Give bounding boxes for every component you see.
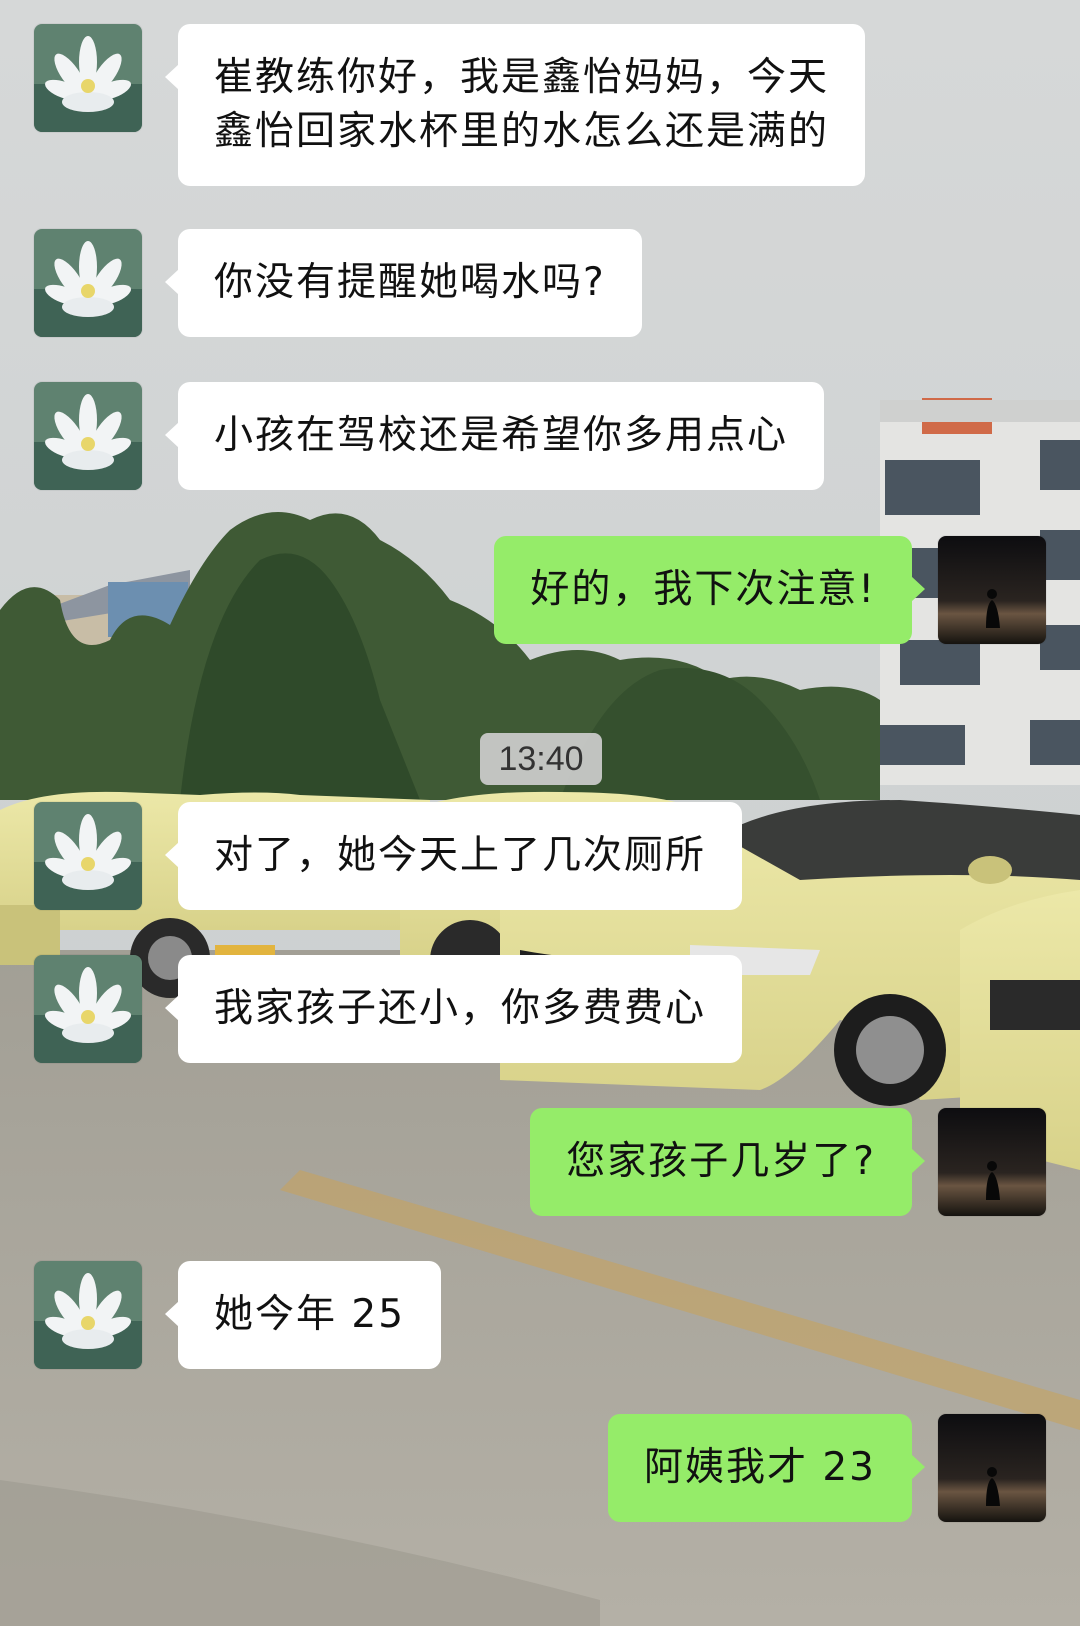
lotus-avatar-icon[interactable] (34, 1261, 142, 1369)
message-text-line: 您家孩子几岁了? (566, 1139, 876, 1184)
message-text-line: 对了，她今天上了几次厕所 (214, 833, 707, 878)
message-bubble-incoming[interactable]: 小孩在驾校还是希望你多用点心 (164, 382, 825, 490)
silhouette-avatar-icon[interactable] (938, 1414, 1046, 1522)
message-text-line: 好的，我下次注意! (530, 567, 876, 612)
lotus-avatar-icon[interactable] (34, 24, 142, 132)
lotus-avatar-icon[interactable] (34, 229, 142, 337)
silhouette-avatar-icon[interactable] (938, 1108, 1046, 1216)
message-text-line: 她今年 25 (214, 1292, 406, 1337)
message-timestamp: 13:40 (480, 733, 602, 785)
message-bubble-outgoing[interactable]: 好的，我下次注意! (494, 536, 925, 644)
message-text-line: 鑫怡回家水杯里的水怎么还是满的 (214, 109, 830, 154)
message-text-line: 我家孩子还小，你多费费心 (214, 986, 707, 1031)
message-bubble-outgoing[interactable]: 您家孩子几岁了? (530, 1108, 925, 1216)
silhouette-avatar-icon[interactable] (938, 536, 1046, 644)
lotus-avatar-icon[interactable] (34, 382, 142, 490)
message-text-line: 小孩在驾校还是希望你多用点心 (214, 413, 789, 458)
lotus-avatar-icon[interactable] (34, 955, 142, 1063)
message-bubble-incoming[interactable]: 你没有提醒她喝水吗? (165, 229, 642, 337)
message-bubble-incoming[interactable]: 我家孩子还小，你多费费心 (164, 955, 743, 1063)
message-text-line: 你没有提醒她喝水吗? (214, 260, 606, 305)
message-bubble-incoming[interactable]: 她今年 25 (164, 1261, 442, 1369)
message-bubble-outgoing[interactable]: 阿姨我才 23 (607, 1414, 926, 1522)
lotus-avatar-icon[interactable] (34, 802, 142, 910)
message-bubble-incoming[interactable]: 崔教练你好，我是鑫怡妈妈，今天 鑫怡回家水杯里的水怎么还是满的 (164, 24, 866, 186)
message-text-line: 崔教练你好，我是鑫怡妈妈，今天 (214, 55, 830, 100)
message-text-line: 阿姨我才 23 (643, 1445, 876, 1490)
message-bubble-incoming[interactable]: 对了，她今天上了几次厕所 (164, 802, 743, 910)
